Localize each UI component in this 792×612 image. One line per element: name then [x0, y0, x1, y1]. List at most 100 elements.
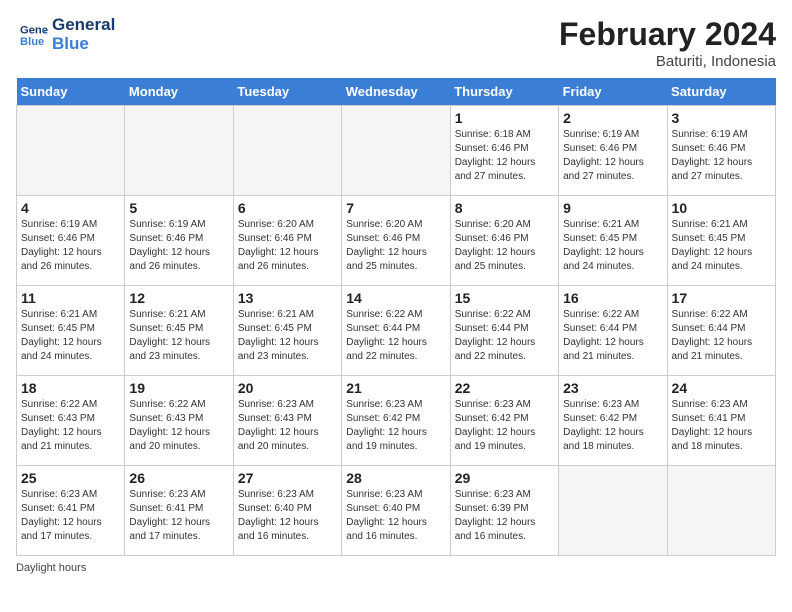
- day-number: 17: [672, 290, 771, 306]
- calendar-cell: 22 Sunrise: 6:23 AM Sunset: 6:42 PM Dayli…: [450, 376, 558, 466]
- calendar-cell: 13 Sunrise: 6:21 AM Sunset: 6:45 PM Dayli…: [233, 286, 341, 376]
- day-number: 8: [455, 200, 554, 216]
- daylight-label: Daylight hours: [16, 562, 86, 574]
- day-info: Sunrise: 6:23 AM Sunset: 6:39 PM Dayligh…: [455, 488, 554, 544]
- calendar-cell: 24 Sunrise: 6:23 AM Sunset: 6:41 PM Dayli…: [667, 376, 775, 466]
- day-info: Sunrise: 6:21 AM Sunset: 6:45 PM Dayligh…: [238, 308, 337, 364]
- calendar-cell: 15Sunrise: 6:22 AM Sunset: 6:44 PM Dayli…: [450, 286, 558, 376]
- day-number: 7: [346, 200, 445, 216]
- day-number: 22: [455, 380, 554, 396]
- calendar-cell: 3 Sunrise: 6:19 AM Sunset: 6:46 PM Daylig…: [667, 106, 775, 196]
- calendar-cell: 11Sunrise: 6:21 AM Sunset: 6:45 PM Dayli…: [17, 286, 125, 376]
- day-number: 11: [21, 290, 120, 306]
- calendar-week-4: 18 Sunrise: 6:22 AM Sunset: 6:43 PM Dayli…: [17, 376, 776, 466]
- day-info: Sunrise: 6:23 AM Sunset: 6:42 PM Dayligh…: [346, 398, 445, 454]
- calendar-cell: 10 Sunrise: 6:21 AM Sunset: 6:45 PM Dayli…: [667, 196, 775, 286]
- day-info: Sunrise: 6:20 AM Sunset: 6:46 PM Dayligh…: [455, 218, 554, 274]
- day-info: Sunrise: 6:23 AM Sunset: 6:41 PM Dayligh…: [672, 398, 771, 454]
- calendar-cell: 28 Sunrise: 6:23 AM Sunset: 6:40 PM Dayli…: [342, 466, 450, 556]
- month-title: February 2024: [559, 16, 776, 53]
- day-number: 14: [346, 290, 445, 306]
- calendar-cell: 8 Sunrise: 6:20 AM Sunset: 6:46 PM Daylig…: [450, 196, 558, 286]
- calendar-cell: [233, 106, 341, 196]
- day-number: 5: [129, 200, 228, 216]
- calendar-cell: 20Sunrise: 6:23 AM Sunset: 6:43 PM Dayli…: [233, 376, 341, 466]
- day-info: Sunrise: 6:23 AM Sunset: 6:40 PM Dayligh…: [238, 488, 337, 544]
- weekday-sunday: Sunday: [17, 78, 125, 106]
- day-info: Sunrise: 6:23 AM Sunset: 6:41 PM Dayligh…: [129, 488, 228, 544]
- calendar-cell: 4 Sunrise: 6:19 AM Sunset: 6:46 PM Daylig…: [17, 196, 125, 286]
- svg-text:Blue: Blue: [20, 35, 44, 47]
- day-info: Sunrise: 6:19 AM Sunset: 6:46 PM Dayligh…: [129, 218, 228, 274]
- title-area: February 2024 Baturiti, Indonesia: [559, 16, 776, 70]
- day-number: 26: [129, 470, 228, 486]
- calendar-cell: 16Sunrise: 6:22 AM Sunset: 6:44 PM Dayli…: [559, 286, 667, 376]
- calendar-week-2: 4 Sunrise: 6:19 AM Sunset: 6:46 PM Daylig…: [17, 196, 776, 286]
- weekday-wednesday: Wednesday: [342, 78, 450, 106]
- day-number: 19: [129, 380, 228, 396]
- day-info: Sunrise: 6:22 AM Sunset: 6:44 PM Dayligh…: [346, 308, 445, 364]
- calendar-cell: [17, 106, 125, 196]
- day-info: Sunrise: 6:19 AM Sunset: 6:46 PM Dayligh…: [672, 128, 771, 184]
- calendar-cell: 7 Sunrise: 6:20 AM Sunset: 6:46 PM Daylig…: [342, 196, 450, 286]
- day-number: 9: [563, 200, 662, 216]
- day-number: 12: [129, 290, 228, 306]
- day-number: 23: [563, 380, 662, 396]
- day-number: 13: [238, 290, 337, 306]
- day-number: 21: [346, 380, 445, 396]
- day-number: 3: [672, 110, 771, 126]
- calendar-cell: 2 Sunrise: 6:19 AM Sunset: 6:46 PM Daylig…: [559, 106, 667, 196]
- logo: General Blue General Blue: [16, 16, 115, 53]
- calendar-cell: 29 Sunrise: 6:23 AM Sunset: 6:39 PM Dayli…: [450, 466, 558, 556]
- day-info: Sunrise: 6:19 AM Sunset: 6:46 PM Dayligh…: [563, 128, 662, 184]
- day-number: 28: [346, 470, 445, 486]
- calendar-cell: [559, 466, 667, 556]
- calendar-table: SundayMondayTuesdayWednesdayThursdayFrid…: [16, 78, 776, 556]
- day-number: 1: [455, 110, 554, 126]
- day-info: Sunrise: 6:21 AM Sunset: 6:45 PM Dayligh…: [563, 218, 662, 274]
- day-info: Sunrise: 6:22 AM Sunset: 6:44 PM Dayligh…: [455, 308, 554, 364]
- day-info: Sunrise: 6:20 AM Sunset: 6:46 PM Dayligh…: [346, 218, 445, 274]
- day-number: 4: [21, 200, 120, 216]
- calendar-cell: 18 Sunrise: 6:22 AM Sunset: 6:43 PM Dayli…: [17, 376, 125, 466]
- calendar-week-5: 25Sunrise: 6:23 AM Sunset: 6:41 PM Dayli…: [17, 466, 776, 556]
- calendar-week-1: 1Sunrise: 6:18 AM Sunset: 6:46 PM Daylig…: [17, 106, 776, 196]
- footer: Daylight hours: [16, 562, 776, 574]
- logo-general: General: [52, 16, 115, 35]
- calendar-cell: 27Sunrise: 6:23 AM Sunset: 6:40 PM Dayli…: [233, 466, 341, 556]
- calendar-cell: 14 Sunrise: 6:22 AM Sunset: 6:44 PM Dayli…: [342, 286, 450, 376]
- day-info: Sunrise: 6:22 AM Sunset: 6:43 PM Dayligh…: [21, 398, 120, 454]
- day-info: Sunrise: 6:22 AM Sunset: 6:44 PM Dayligh…: [672, 308, 771, 364]
- logo-blue: Blue: [52, 35, 115, 54]
- day-info: Sunrise: 6:23 AM Sunset: 6:40 PM Dayligh…: [346, 488, 445, 544]
- calendar-cell: 6Sunrise: 6:20 AM Sunset: 6:46 PM Daylig…: [233, 196, 341, 286]
- weekday-friday: Friday: [559, 78, 667, 106]
- day-info: Sunrise: 6:23 AM Sunset: 6:42 PM Dayligh…: [563, 398, 662, 454]
- day-number: 20: [238, 380, 337, 396]
- header: General Blue General Blue February 2024 …: [16, 16, 776, 70]
- day-info: Sunrise: 6:19 AM Sunset: 6:46 PM Dayligh…: [21, 218, 120, 274]
- calendar-cell: 26 Sunrise: 6:23 AM Sunset: 6:41 PM Dayli…: [125, 466, 233, 556]
- weekday-monday: Monday: [125, 78, 233, 106]
- day-number: 29: [455, 470, 554, 486]
- day-info: Sunrise: 6:21 AM Sunset: 6:45 PM Dayligh…: [672, 218, 771, 274]
- calendar-cell: 5 Sunrise: 6:19 AM Sunset: 6:46 PM Daylig…: [125, 196, 233, 286]
- weekday-header-row: SundayMondayTuesdayWednesdayThursdayFrid…: [17, 78, 776, 106]
- day-info: Sunrise: 6:23 AM Sunset: 6:42 PM Dayligh…: [455, 398, 554, 454]
- calendar-cell: [342, 106, 450, 196]
- weekday-thursday: Thursday: [450, 78, 558, 106]
- calendar-week-3: 11 Sunrise: 6:21 AM Sunset: 6:45 PM Dayli…: [17, 286, 776, 376]
- weekday-tuesday: Tuesday: [233, 78, 341, 106]
- day-number: 2: [563, 110, 662, 126]
- calendar-cell: [125, 106, 233, 196]
- calendar-cell: 19Sunrise: 6:22 AM Sunset: 6:43 PM Dayli…: [125, 376, 233, 466]
- calendar-cell: 12Sunrise: 6:21 AM Sunset: 6:45 PM Dayli…: [125, 286, 233, 376]
- day-info: Sunrise: 6:20 AM Sunset: 6:46 PM Dayligh…: [238, 218, 337, 274]
- calendar-cell: 25Sunrise: 6:23 AM Sunset: 6:41 PM Dayli…: [17, 466, 125, 556]
- day-number: 24: [672, 380, 771, 396]
- calendar-cell: 9 Sunrise: 6:21 AM Sunset: 6:45 PM Daylig…: [559, 196, 667, 286]
- day-number: 18: [21, 380, 120, 396]
- calendar-cell: 1Sunrise: 6:18 AM Sunset: 6:46 PM Daylig…: [450, 106, 558, 196]
- day-number: 10: [672, 200, 771, 216]
- day-info: Sunrise: 6:23 AM Sunset: 6:41 PM Dayligh…: [21, 488, 120, 544]
